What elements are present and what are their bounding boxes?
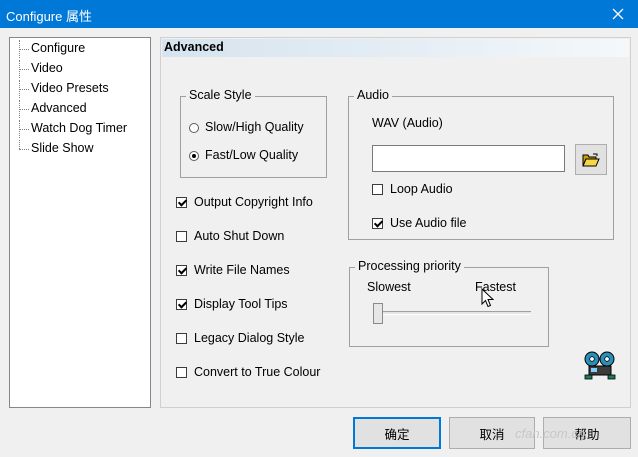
- ok-button-label: 确定: [384, 427, 410, 442]
- tree-item-slide-show[interactable]: Slide Show: [10, 140, 150, 158]
- convert-to-true-colour-checkbox[interactable]: [176, 367, 187, 378]
- window-title: Configure 属性: [6, 9, 92, 24]
- priority-slider-track[interactable]: [376, 311, 531, 315]
- ok-button[interactable]: 确定: [353, 417, 441, 449]
- tree-item-video-presets[interactable]: Video Presets: [10, 80, 150, 98]
- tree-item-label: Video: [31, 61, 63, 75]
- slowest-label: Slowest: [367, 280, 411, 294]
- browse-audio-button[interactable]: [575, 144, 607, 175]
- tree-item-label: Configure: [31, 41, 86, 55]
- wav-file-input[interactable]: [372, 145, 565, 172]
- panel-title: Advanced: [164, 40, 224, 54]
- panel-header: Advanced: [162, 39, 629, 57]
- loop-audio-checkbox[interactable]: [372, 184, 383, 195]
- wav-audio-label: WAV (Audio): [372, 116, 443, 130]
- title-bar: Configure 属性: [0, 0, 638, 28]
- write-file-names-checkbox[interactable]: [176, 265, 187, 276]
- output-copyright-info-checkbox[interactable]: [176, 197, 187, 208]
- folder-open-icon: [582, 153, 600, 166]
- watermark: cfan.com.cn: [515, 426, 586, 441]
- tree-item-advanced[interactable]: Advanced: [10, 100, 150, 118]
- write-file-names-label[interactable]: Write File Names: [194, 263, 290, 277]
- tree-item-video[interactable]: Video: [10, 60, 150, 78]
- close-icon: [612, 8, 624, 20]
- projector-mascot-icon: [584, 351, 616, 380]
- mouse-cursor-icon: [481, 288, 494, 308]
- use-audio-file-label[interactable]: Use Audio file: [390, 216, 466, 230]
- settings-tree[interactable]: Configure Video Video Presets Advanced W…: [9, 37, 151, 408]
- tree-item-label: Watch Dog Timer: [31, 121, 128, 135]
- cancel-button-label: 取消: [479, 427, 505, 442]
- slow-high-quality-radio[interactable]: [189, 123, 199, 133]
- processing-priority-legend: Processing priority: [355, 259, 464, 273]
- display-tool-tips-label[interactable]: Display Tool Tips: [194, 297, 288, 311]
- convert-to-true-colour-label[interactable]: Convert to True Colour: [194, 365, 320, 379]
- tree-item-label: Video Presets: [31, 81, 109, 95]
- legacy-dialog-style-checkbox[interactable]: [176, 333, 187, 344]
- close-button[interactable]: [598, 0, 638, 28]
- use-audio-file-checkbox[interactable]: [372, 218, 383, 229]
- fast-low-quality-radio[interactable]: [189, 151, 199, 161]
- display-tool-tips-checkbox[interactable]: [176, 299, 187, 310]
- tree-item-configure[interactable]: Configure: [10, 40, 150, 58]
- slow-high-quality-label[interactable]: Slow/High Quality: [205, 120, 304, 134]
- auto-shut-down-checkbox[interactable]: [176, 231, 187, 242]
- tree-item-label: Slide Show: [31, 141, 94, 155]
- scale-style-legend: Scale Style: [186, 88, 255, 102]
- scale-style-group: Scale Style: [180, 88, 327, 178]
- output-copyright-info-label[interactable]: Output Copyright Info: [194, 195, 313, 209]
- legacy-dialog-style-label[interactable]: Legacy Dialog Style: [194, 331, 304, 345]
- auto-shut-down-label[interactable]: Auto Shut Down: [194, 229, 284, 243]
- fast-low-quality-label[interactable]: Fast/Low Quality: [205, 148, 298, 162]
- tree-item-label: Advanced: [31, 101, 87, 115]
- tree-item-watch-dog-timer[interactable]: Watch Dog Timer: [10, 120, 150, 138]
- audio-legend: Audio: [354, 88, 392, 102]
- priority-slider-thumb[interactable]: [373, 303, 383, 324]
- loop-audio-label[interactable]: Loop Audio: [390, 182, 453, 196]
